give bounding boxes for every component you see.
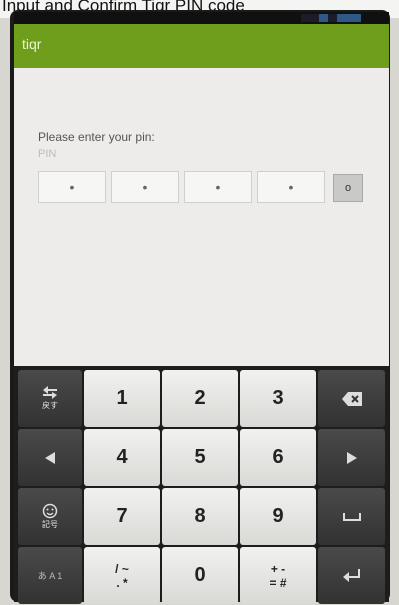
enter-icon xyxy=(342,568,361,583)
numeric-keyboard: 戻す 1 2 3 4 5 6 記号 7 8 9 あ A 1 / ~ . * 0 … xyxy=(14,366,389,604)
status-bar xyxy=(14,12,389,24)
space-icon xyxy=(342,512,361,521)
key-0[interactable]: 0 xyxy=(162,547,238,604)
status-icons xyxy=(301,14,361,22)
backspace-icon xyxy=(341,391,362,406)
symbol-key-slash[interactable]: / ~ . * xyxy=(84,547,160,604)
key-4[interactable]: 4 xyxy=(84,429,160,486)
cursor-left-key[interactable] xyxy=(18,429,82,486)
key-2[interactable]: 2 xyxy=(162,370,238,427)
symbol-key-plus-bottom: = # xyxy=(269,575,287,590)
key-1[interactable]: 1 xyxy=(84,370,160,427)
pin-prompt: Please enter your pin: xyxy=(38,130,155,144)
pin-digit-4[interactable]: • xyxy=(257,171,325,203)
symbol-key-slash-top: / ~ xyxy=(115,561,129,576)
pin-input-row: • • • • o xyxy=(38,171,368,203)
key-6[interactable]: 6 xyxy=(240,429,316,486)
key-3[interactable]: 3 xyxy=(240,370,316,427)
pin-screen: Please enter your pin: PIN • • • • o xyxy=(14,68,389,366)
undo-key-label: 戻す xyxy=(42,401,58,410)
key-9[interactable]: 9 xyxy=(240,488,316,545)
emoji-key[interactable]: 記号 xyxy=(18,488,82,545)
space-key[interactable] xyxy=(318,488,385,545)
key-8[interactable]: 8 xyxy=(162,488,238,545)
key-7[interactable]: 7 xyxy=(84,488,160,545)
symbol-key-plus[interactable]: + - = # xyxy=(240,547,316,604)
right-arrow-icon xyxy=(346,451,357,464)
symbol-key-plus-top: + - xyxy=(270,561,286,576)
backspace-key[interactable] xyxy=(318,370,385,427)
undo-key[interactable]: 戻す xyxy=(18,370,82,427)
app-bar: tiqr xyxy=(14,24,389,68)
emoji-key-label: 記号 xyxy=(42,520,58,529)
input-mode-key[interactable]: あ A 1 xyxy=(18,547,82,604)
pin-digit-1[interactable]: • xyxy=(38,171,106,203)
pin-hint: PIN xyxy=(38,148,57,160)
pin-digit-2[interactable]: • xyxy=(111,171,179,203)
enter-key[interactable] xyxy=(318,547,385,604)
left-arrow-icon xyxy=(45,451,55,464)
pin-ok-button[interactable]: o xyxy=(333,174,363,202)
symbol-key-slash-bottom: . * xyxy=(116,575,128,590)
key-5[interactable]: 5 xyxy=(162,429,238,486)
cursor-right-key[interactable] xyxy=(318,429,385,486)
app-title: tiqr xyxy=(22,36,42,52)
pin-digit-3[interactable]: • xyxy=(184,171,252,203)
undo-icon xyxy=(41,386,59,400)
input-mode-label: あ A 1 xyxy=(37,571,63,581)
emoji-icon xyxy=(42,503,58,519)
